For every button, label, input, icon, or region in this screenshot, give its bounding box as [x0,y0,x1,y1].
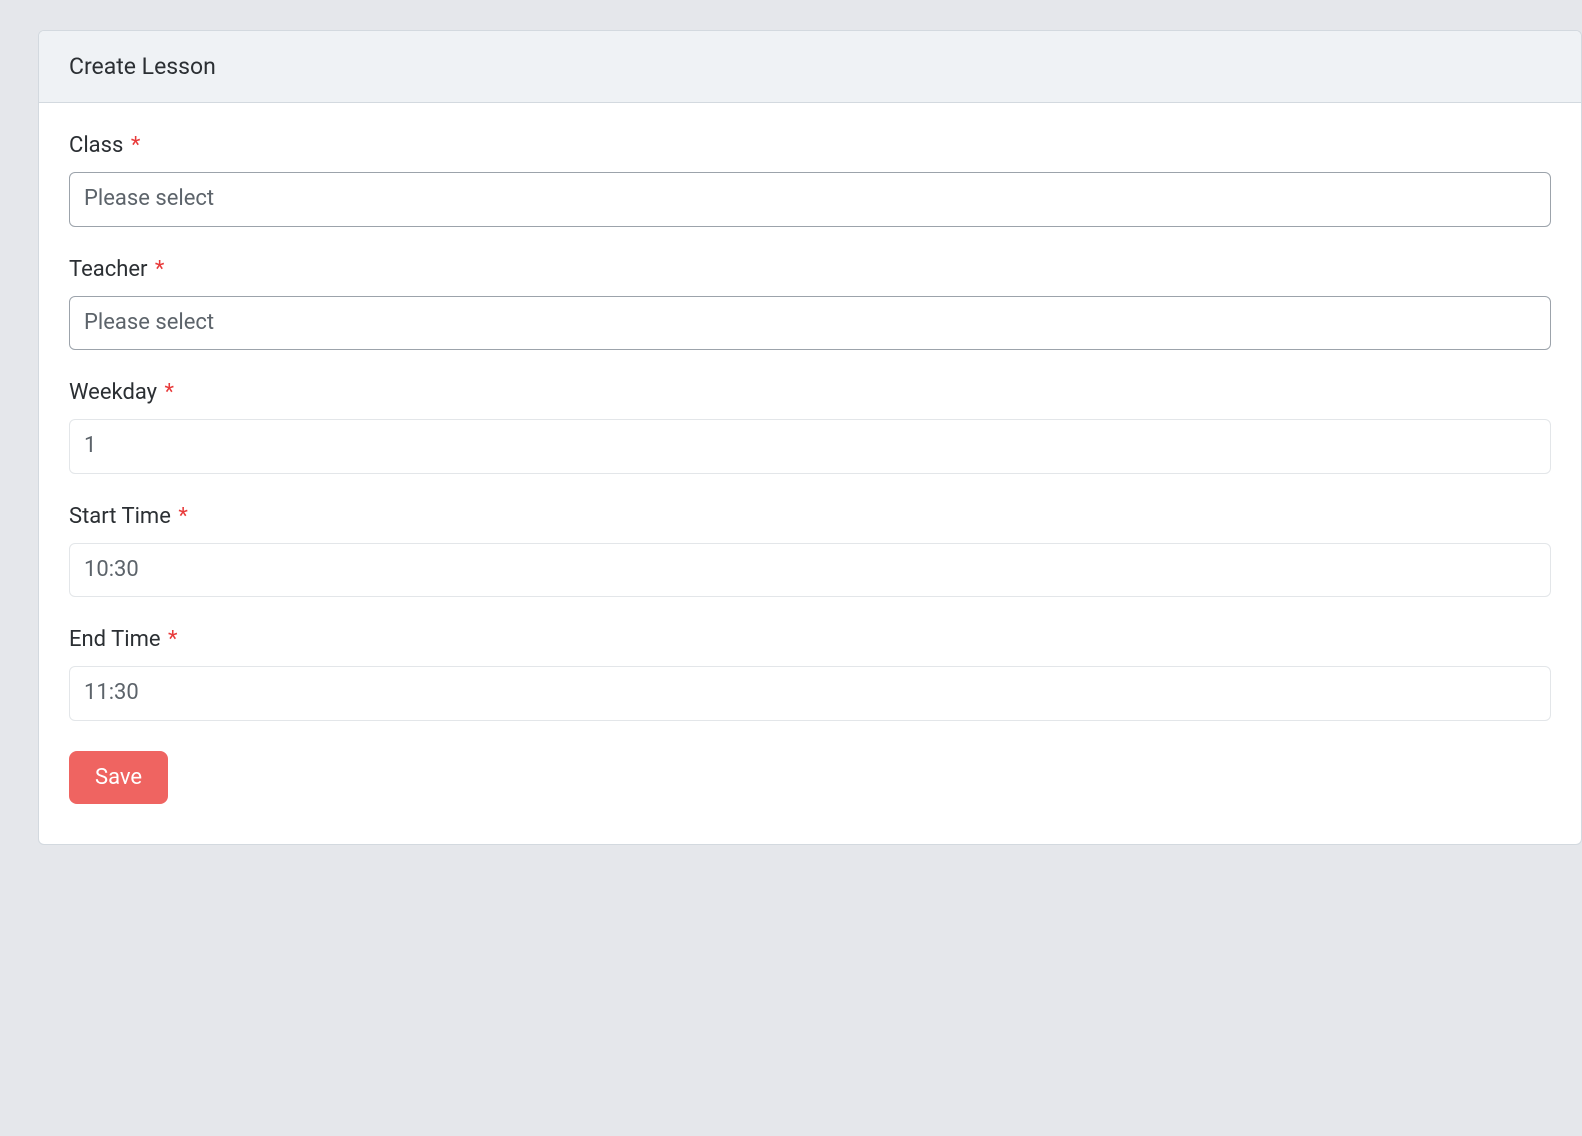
weekday-label-text: Weekday [69,380,157,405]
weekday-label: Weekday * [69,380,1551,405]
teacher-select[interactable]: Please select [69,296,1551,351]
required-mark: * [165,380,174,405]
class-select[interactable]: Please select [69,172,1551,227]
end-time-label: End Time * [69,627,1551,652]
required-mark: * [178,504,187,529]
form-group-end-time: End Time * [69,627,1551,721]
create-lesson-card: Create Lesson Class * Please select Teac… [38,30,1582,845]
form-group-start-time: Start Time * [69,504,1551,598]
form-group-class: Class * Please select [69,133,1551,227]
required-mark: * [155,257,164,282]
card-body: Class * Please select Teacher * Please s… [39,103,1581,844]
weekday-input[interactable] [69,419,1551,474]
save-button[interactable]: Save [69,751,168,804]
class-label-text: Class [69,133,123,158]
start-time-input[interactable] [69,543,1551,598]
start-time-label: Start Time * [69,504,1551,529]
required-mark: * [131,133,140,158]
teacher-label: Teacher * [69,257,1551,282]
card-header: Create Lesson [39,31,1581,103]
teacher-label-text: Teacher [69,257,147,282]
end-time-label-text: End Time [69,627,161,652]
form-group-teacher: Teacher * Please select [69,257,1551,351]
card-title: Create Lesson [69,53,216,80]
end-time-input[interactable] [69,666,1551,721]
class-label: Class * [69,133,1551,158]
required-mark: * [168,627,177,652]
start-time-label-text: Start Time [69,504,171,529]
form-group-weekday: Weekday * [69,380,1551,474]
